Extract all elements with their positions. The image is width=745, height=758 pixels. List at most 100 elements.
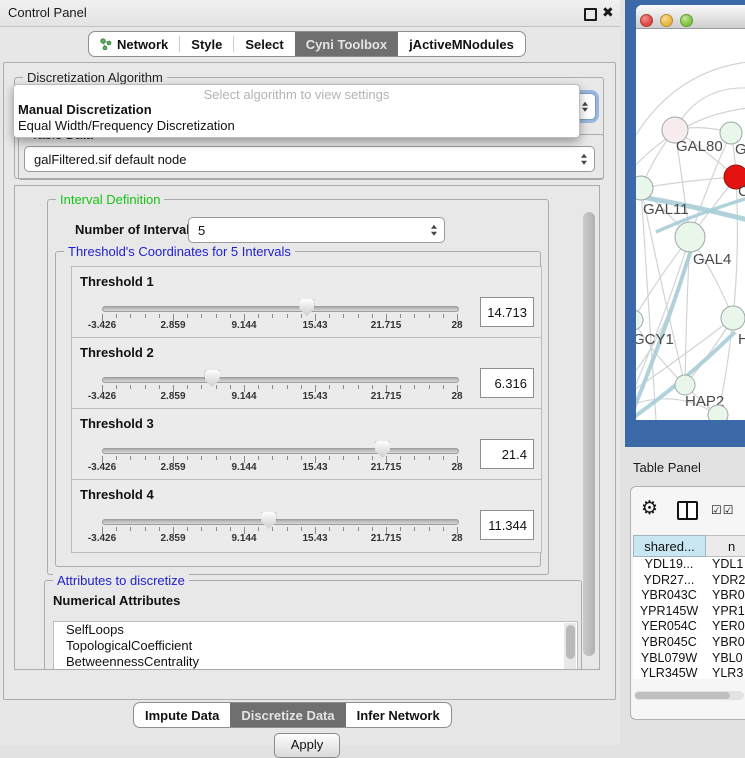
slider-tick (258, 456, 259, 460)
slider-track[interactable] (102, 306, 459, 312)
dropdown-placeholder-item[interactable]: Select algorithm to view settings (14, 87, 579, 102)
network-node-label: C (738, 183, 745, 200)
slider-tick (159, 527, 160, 531)
slider-tick (130, 314, 131, 318)
network-node[interactable] (675, 222, 705, 252)
network-edge (733, 177, 737, 318)
table-row[interactable]: YBL079WYBL0 (633, 651, 745, 667)
table-cell[interactable]: YBR045C (633, 635, 705, 651)
slider-tick (429, 314, 430, 318)
tab-cyni-toolbox[interactable]: Cyni Toolbox (295, 32, 398, 56)
network-node[interactable] (721, 306, 745, 330)
minimize-traffic-light-icon[interactable] (660, 14, 673, 27)
dropdown-option[interactable]: Manual Discretization (18, 102, 152, 117)
slider-track[interactable] (102, 377, 459, 383)
number-of-intervals-combobox[interactable]: 5 (188, 217, 445, 243)
table-cell[interactable]: YDR2 (705, 573, 745, 589)
table-row[interactable]: YER054CYER0 (633, 619, 745, 635)
slider-tick (201, 527, 202, 531)
panel-scrollbar-thumb[interactable] (583, 212, 595, 656)
list-scrollbar[interactable] (564, 623, 576, 670)
tab-network[interactable]: Network (89, 32, 179, 56)
table-data-combobox[interactable]: galFiltered.sif default node (24, 146, 595, 172)
table-cell[interactable]: YLR345W (633, 666, 705, 679)
table-cell[interactable]: YBR0 (705, 635, 745, 651)
table-row[interactable]: YBR043CYBR0 (633, 588, 745, 604)
slider-tick (329, 527, 330, 531)
slider-tick-label: 15.43 (302, 320, 327, 331)
table-cell[interactable]: YDL19... (633, 557, 705, 573)
tab-label: Discretize Data (241, 708, 334, 723)
threshold-value-field[interactable]: 11.344 (480, 510, 534, 540)
threshold-value-field[interactable]: 14.713 (480, 297, 534, 327)
table-cell[interactable]: YDL1 (705, 557, 743, 573)
tab-select[interactable]: Select (234, 32, 294, 56)
table-cell[interactable]: YBR0 (705, 588, 745, 604)
tab-jactivemnodules[interactable]: jActiveMNodules (398, 32, 525, 56)
network-node[interactable] (708, 405, 728, 420)
cyni-mode-tabbar: Impute Data Discretize Data Infer Network (133, 702, 452, 728)
column-header-name[interactable]: n (706, 535, 745, 557)
table-row[interactable]: YDL19...YDL1 (633, 557, 745, 573)
mode-tab-infer-network[interactable]: Infer Network (346, 703, 451, 727)
slider-thumb[interactable] (375, 441, 390, 458)
columns-icon[interactable] (677, 501, 698, 520)
attribute-list-item[interactable]: TopologicalCoefficient (54, 638, 577, 654)
float-window-icon[interactable] (584, 8, 597, 21)
table-cell[interactable]: YBL079W (633, 651, 705, 667)
threshold-value-field[interactable]: 21.4 (480, 439, 534, 469)
slider-track[interactable] (102, 448, 459, 454)
tab-style[interactable]: Style (180, 32, 233, 56)
slider-tick-label: 9.144 (231, 533, 256, 544)
tab-label: Infer Network (357, 708, 440, 723)
slider-tick-label: 9.144 (231, 391, 256, 402)
zoom-traffic-light-icon[interactable] (680, 14, 693, 27)
network-node[interactable] (636, 310, 643, 330)
table-row[interactable]: YPR145WYPR1 (633, 604, 745, 620)
checkbox-icons[interactable]: ☑☑ (711, 503, 735, 517)
threshold-value-field[interactable]: 6.316 (480, 368, 534, 398)
mode-tab-discretize-data[interactable]: Discretize Data (230, 703, 345, 727)
network-node-label: H (738, 331, 745, 348)
table-cell[interactable]: YDR27... (633, 573, 705, 589)
slider-tick (343, 527, 344, 531)
slider-track[interactable] (102, 519, 459, 525)
slider-thumb[interactable] (205, 370, 220, 387)
close-traffic-light-icon[interactable] (640, 14, 653, 27)
table-row[interactable]: YLR345WYLR3 (633, 666, 745, 679)
table-cell[interactable]: YBR043C (633, 588, 705, 604)
attribute-list-item[interactable]: SelfLoops (54, 622, 577, 638)
table-cell[interactable]: YBL0 (705, 651, 743, 667)
table-row[interactable]: YBR045CYBR0 (633, 635, 745, 651)
table-cell[interactable]: YLR3 (705, 666, 743, 679)
mode-tab-impute-data[interactable]: Impute Data (134, 703, 230, 727)
network-window-titlebar[interactable] (636, 5, 745, 29)
network-node[interactable] (675, 375, 695, 395)
slider-tick (443, 314, 444, 318)
apply-button[interactable]: Apply (274, 733, 340, 758)
combo-stepper-icon (581, 154, 587, 165)
slider-tick-label: 28 (451, 320, 462, 331)
table-cell[interactable]: YPR1 (705, 604, 745, 620)
column-header-shared-name[interactable]: shared... (633, 535, 706, 557)
table-row[interactable]: YDR27...YDR2 (633, 573, 745, 589)
network-canvas[interactable]: GAL80GCGAL11GAL4GCY1HHAP2 (636, 28, 745, 420)
gear-icon[interactable]: ⚙ (641, 499, 658, 518)
table-hscrollbar-thumb[interactable] (635, 692, 730, 699)
close-icon[interactable]: ✖ (602, 4, 614, 21)
dropdown-option[interactable]: Equal Width/Frequency Discretization (18, 118, 235, 133)
screen: Control Panel ✖ NetworkStyleSelectCyni T… (0, 0, 745, 745)
slider-tick (372, 456, 373, 460)
threshold-box: Threshold 1-3.4262.8599.14415.4321.71528… (71, 266, 542, 340)
table-cell[interactable]: YER0 (705, 619, 745, 635)
slider-thumb[interactable] (261, 512, 276, 529)
table-cell[interactable]: YPR145W (633, 604, 705, 620)
slider-tick (372, 527, 373, 531)
slider-tick (187, 456, 188, 460)
attribute-list-item[interactable]: BetweennessCentrality (54, 654, 577, 670)
table-hscrollbar[interactable] (634, 691, 744, 700)
numerical-attributes-list[interactable]: SelfLoopsTopologicalCoefficientBetweenne… (53, 621, 578, 670)
network-edge (641, 177, 736, 188)
table-cell[interactable]: YER054C (633, 619, 705, 635)
settings-scroll-panel: Interval Definition Number of Intervals … (14, 185, 600, 670)
